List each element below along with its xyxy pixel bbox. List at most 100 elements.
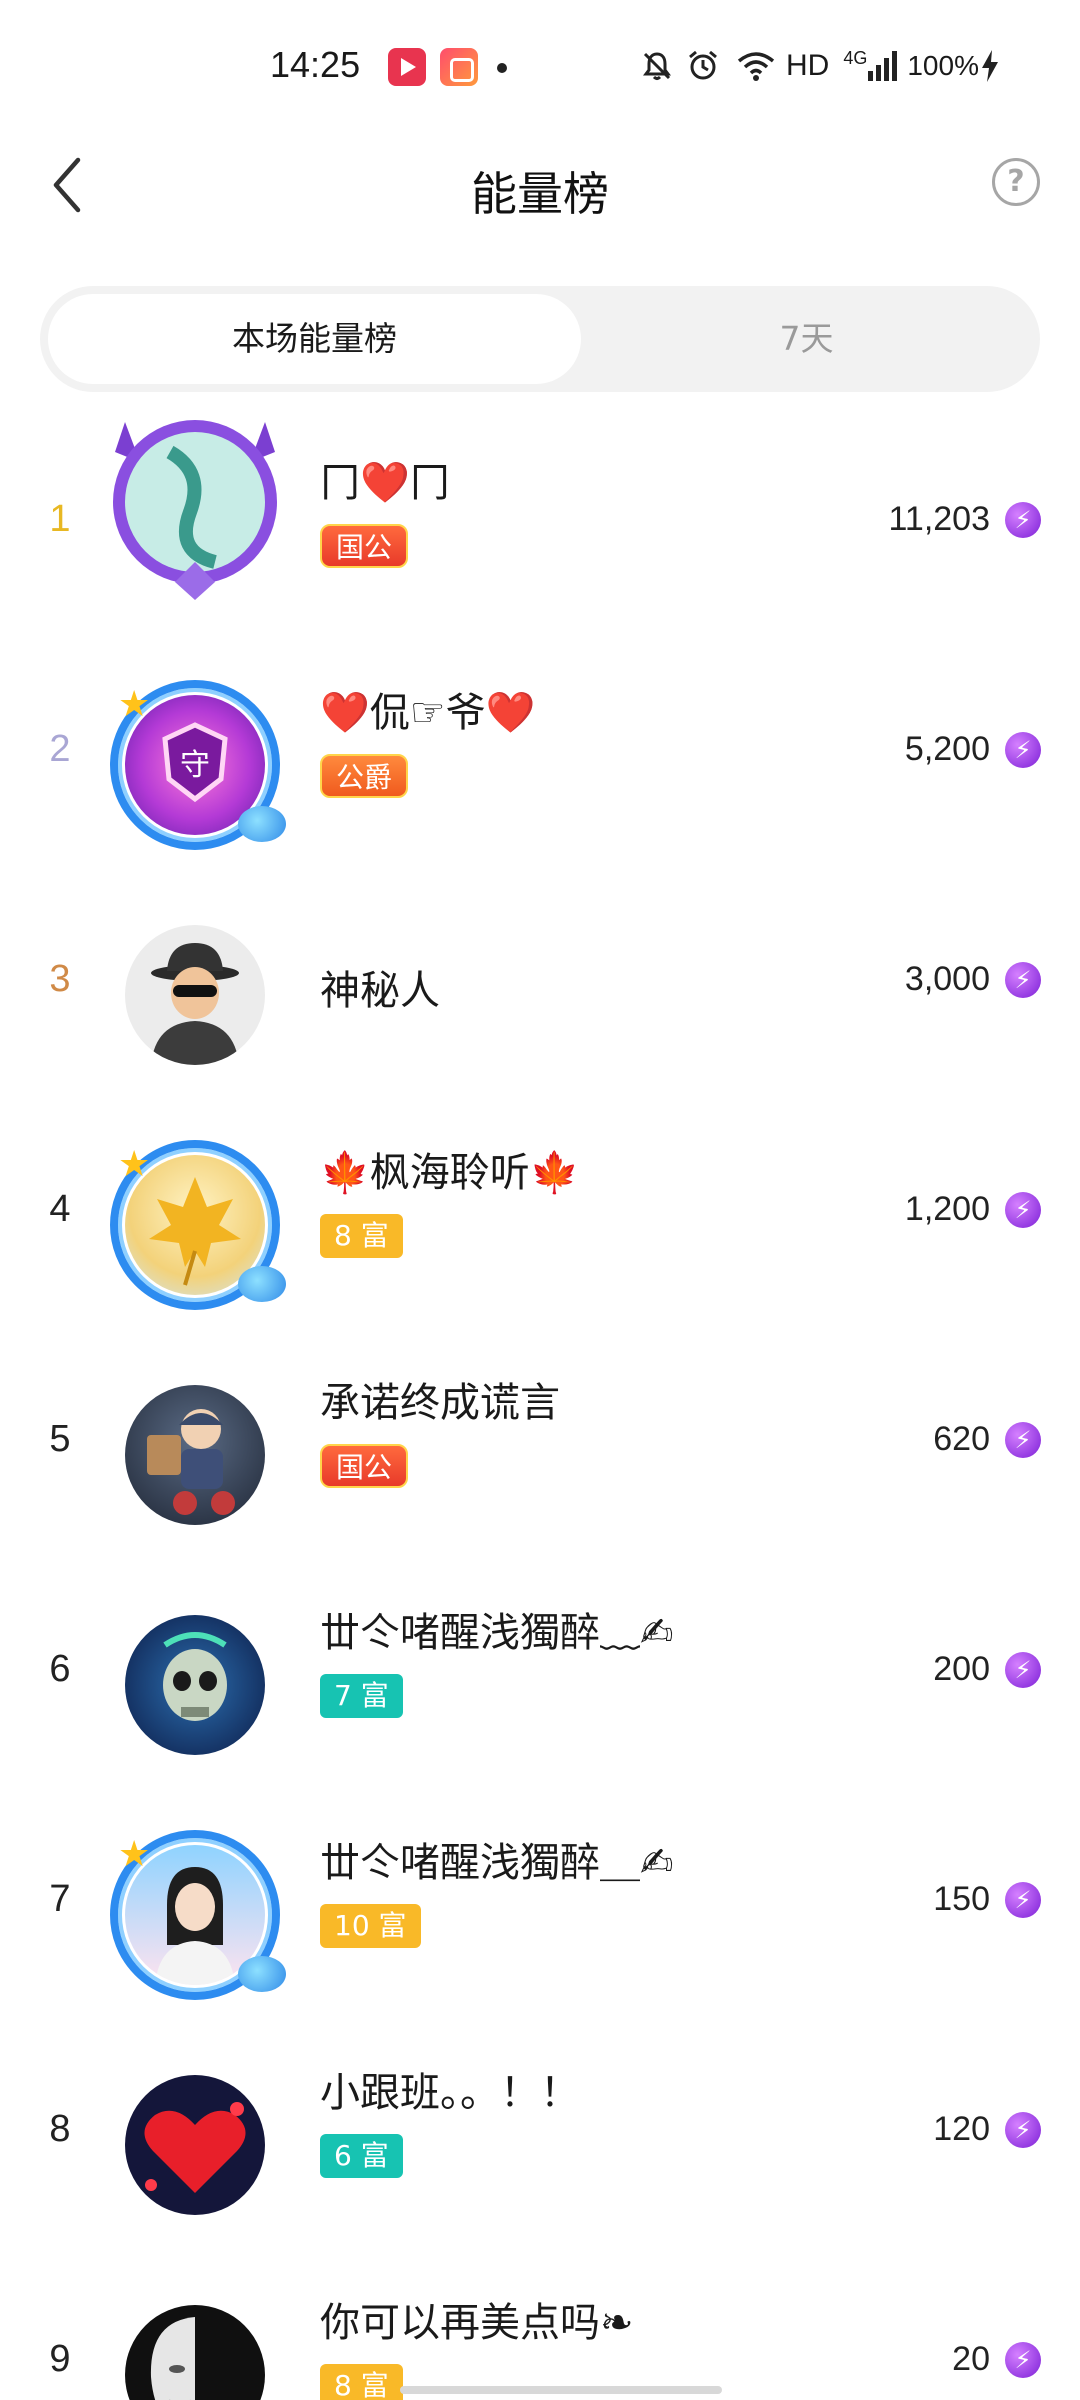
rank-number: 7 <box>49 1878 71 1920</box>
svg-text:守: 守 <box>180 748 210 783</box>
wealth-badge: 8 富 <box>320 2364 403 2400</box>
list-item[interactable]: 7 ★ 丗仒啫醒浅獨醉＿✍ 10 富 150 ⚡ <box>0 1792 1080 2022</box>
signal-icon <box>868 51 898 81</box>
avatar: ★ <box>110 1140 286 1310</box>
list-item[interactable]: 6 丗仒啫醒浅獨醉﹏✍ 7 富 200 ⚡ <box>0 1562 1080 1792</box>
energy-ranking-screen: 14:25 HD 4G 100% 能量榜 ? 本场能量榜 7天 1 冂❤️冂 国… <box>0 0 1080 2400</box>
user-name: 神秘人 <box>320 968 440 1014</box>
heart-avatar <box>125 2075 265 2215</box>
energy-score: 620 <box>933 1420 990 1458</box>
scroll-indicator[interactable] <box>400 2386 722 2394</box>
planet-icon <box>238 1956 286 1992</box>
energy-icon: ⚡ <box>1005 732 1041 768</box>
avatar: 守 ★ <box>110 680 286 850</box>
alarm-icon <box>689 50 717 80</box>
page-title: 能量榜 <box>471 167 609 221</box>
rank-number: 2 <box>49 728 71 770</box>
energy-icon: ⚡ <box>1005 1882 1041 1918</box>
mask-avatar <box>125 2305 265 2400</box>
user-name: 冂❤️冂 <box>320 460 450 506</box>
wifi-icon <box>737 52 775 81</box>
wealth-badge: 6 富 <box>320 2134 403 2178</box>
list-item[interactable]: 9 你可以再美点吗❧ 8 富 20 ⚡ <box>0 2252 1080 2400</box>
avatar: ★ <box>110 1830 286 2000</box>
video-app-icon <box>388 48 426 86</box>
energy-icon: ⚡ <box>1005 1422 1041 1458</box>
star-icon: ★ <box>118 1834 151 1875</box>
energy-icon: ⚡ <box>1005 1192 1041 1228</box>
help-icon: ? <box>1007 164 1025 199</box>
mystery-person-avatar <box>125 925 265 1065</box>
status-bar: 14:25 HD 4G 100% <box>0 0 1080 130</box>
list-item[interactable]: 5 承诺终成谎言 国公 620 ⚡ <box>0 1332 1080 1562</box>
energy-score: 150 <box>933 1880 990 1918</box>
rank-badge: 国公 <box>320 1444 409 1488</box>
child-figure-icon <box>147 1409 235 1515</box>
rank-badge: 国公 <box>320 524 409 568</box>
list-item[interactable]: 8 小跟班。。！！ 6 富 120 ⚡ <box>0 2022 1080 2252</box>
avatar <box>110 1370 280 1540</box>
energy-icon: ⚡ <box>1005 1652 1041 1688</box>
avatar <box>110 2290 280 2400</box>
user-name: 🍁枫海聆听🍁 <box>320 1150 580 1196</box>
star-icon: ★ <box>118 684 151 725</box>
notification-dot <box>497 63 507 73</box>
list-item[interactable]: 4 ★ 🍁枫海聆听🍁 8 富 1,200 ⚡ <box>0 1102 1080 1332</box>
wealth-badge: 10 富 <box>320 1904 421 1948</box>
mask-face-icon <box>150 2317 195 2400</box>
status-icons: HD 4G 100% <box>640 46 1001 86</box>
planet-icon <box>238 806 286 842</box>
energy-score: 11,203 <box>888 500 990 538</box>
skull-icon <box>163 1632 227 1721</box>
user-name: 丗仒啫醒浅獨醉＿✍ <box>320 1840 674 1886</box>
help-button[interactable]: ? <box>992 158 1040 206</box>
avatar <box>110 1600 280 1770</box>
user-name: 你可以再美点吗❧ <box>320 2300 634 2346</box>
user-name: 承诺终成谎言 <box>320 1380 560 1426</box>
rank-number: 8 <box>49 2108 71 2150</box>
charging-icon <box>981 50 998 82</box>
list-item[interactable]: 2 守 ★ ❤️侃☞爷❤️ 公爵 5,200 ⚡ <box>0 642 1080 872</box>
ranking-tabs: 本场能量榜 7天 <box>40 286 1040 392</box>
energy-score: 3,000 <box>904 960 990 998</box>
energy-score: 120 <box>933 2110 990 2148</box>
energy-score: 1,200 <box>904 1190 990 1228</box>
wealth-badge: 7 富 <box>320 1674 403 1718</box>
list-item[interactable]: 3 神秘人 3,000 ⚡ <box>0 872 1080 1102</box>
user-name: 小跟班。。！！ <box>320 2070 580 2116</box>
energy-icon: ⚡ <box>1005 2112 1041 2148</box>
child-rider-avatar <box>125 1385 265 1525</box>
rank-number: 5 <box>49 1418 71 1460</box>
skull-avatar <box>125 1615 265 1755</box>
avatar <box>110 2060 280 2230</box>
user-name: 丗仒啫醒浅獨醉﹏✍ <box>320 1610 674 1656</box>
rank-number: 1 <box>49 498 71 540</box>
header: 能量榜 ? <box>0 130 1080 240</box>
wealth-badge: 8 富 <box>320 1214 403 1258</box>
battery-percent: 100% <box>907 50 979 81</box>
status-time: 14:25 <box>270 44 361 85</box>
energy-icon: ⚡ <box>1005 502 1041 538</box>
avatar <box>110 910 280 1080</box>
planet-icon <box>238 1266 286 1302</box>
rank-number: 4 <box>49 1188 71 1230</box>
rank-number: 6 <box>49 1648 71 1690</box>
energy-score: 5,200 <box>904 730 990 768</box>
heart-icon <box>144 2102 246 2193</box>
energy-icon: ⚡ <box>1005 962 1041 998</box>
rank-number: 9 <box>49 2338 71 2380</box>
energy-icon: ⚡ <box>1005 2342 1041 2378</box>
rank-number: 3 <box>49 958 71 1000</box>
tab-current-session[interactable]: 本场能量榜 <box>48 294 581 384</box>
mute-icon <box>643 52 671 80</box>
star-icon: ★ <box>118 1144 151 1185</box>
ranking-list: 1 冂❤️冂 国公 11,203 ⚡ 2 守 ★ ❤️侃☞爷❤️ 公爵 5,20… <box>0 412 1080 2400</box>
energy-score: 20 <box>952 2340 990 2378</box>
list-item[interactable]: 1 冂❤️冂 国公 11,203 ⚡ <box>0 412 1080 642</box>
signal-label: 4G <box>843 48 868 68</box>
user-name: ❤️侃☞爷❤️ <box>320 690 536 736</box>
rank-badge: 公爵 <box>320 754 409 798</box>
tab-7-days[interactable]: 7天 <box>581 294 1032 384</box>
media-app-icon <box>440 48 478 86</box>
network-type: HD <box>786 49 830 82</box>
